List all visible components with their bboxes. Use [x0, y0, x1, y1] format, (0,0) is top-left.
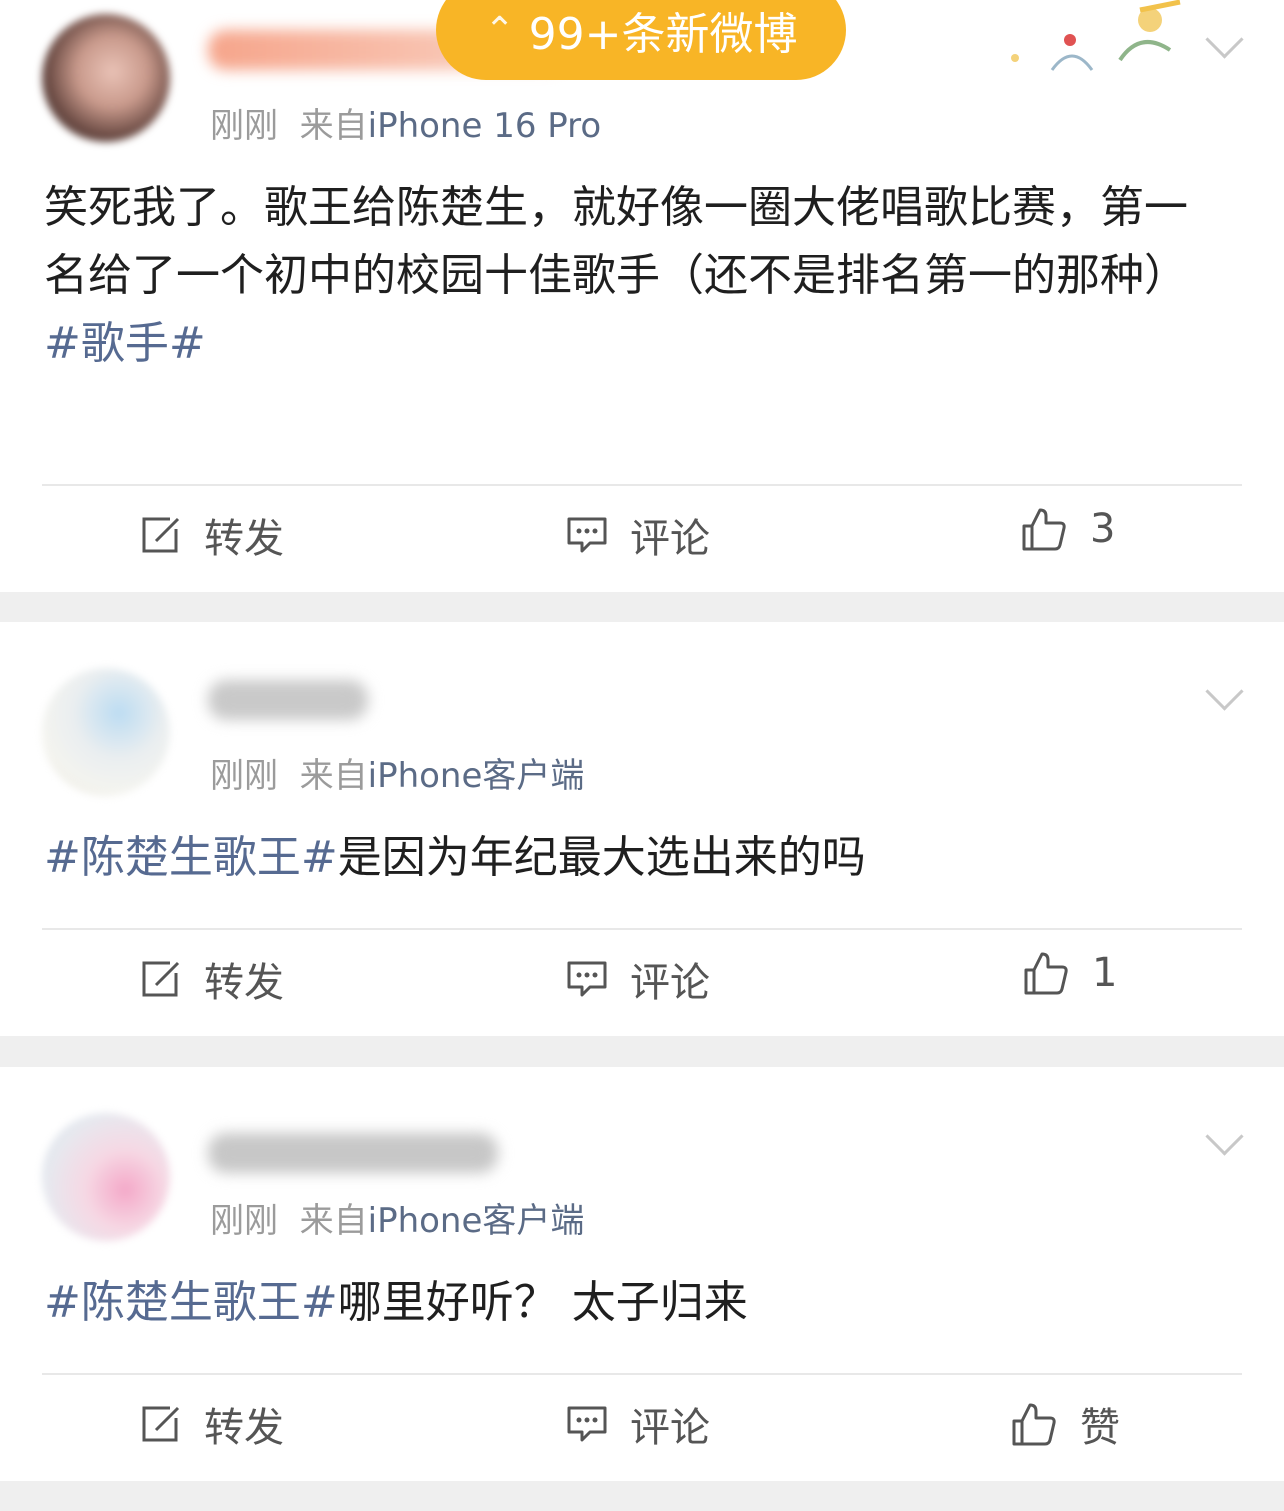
- like-button[interactable]: 3: [1020, 506, 1115, 552]
- repost-button[interactable]: 转发: [140, 1395, 284, 1453]
- like-count: 3: [1090, 506, 1116, 552]
- comment-icon: [567, 961, 607, 997]
- post-meta: 刚刚 来自iPhone客户端: [210, 756, 585, 796]
- weibo-post: 刚刚 来自iPhone客户端 #陈楚生歌王#是因为年纪最大选出来的吗 转发 评论…: [0, 622, 1284, 1036]
- like-button[interactable]: 赞: [1010, 1395, 1120, 1453]
- repost-label: 转发: [204, 1405, 284, 1451]
- divider: [42, 928, 1242, 930]
- like-button[interactable]: 1: [1022, 950, 1117, 996]
- repost-icon: [142, 517, 180, 553]
- chevron-down-icon[interactable]: [1205, 1117, 1244, 1156]
- new-posts-label: 99+条新微博: [528, 9, 798, 60]
- chevron-down-icon[interactable]: [1205, 672, 1244, 711]
- comment-label: 评论: [630, 960, 710, 1006]
- avatar[interactable]: [42, 1113, 170, 1241]
- divider: [42, 484, 1242, 486]
- new-posts-banner[interactable]: ⌃ 99+条新微博: [436, 0, 846, 80]
- topic-link[interactable]: #陈楚生歌王#: [44, 1277, 338, 1328]
- card-decoration-sticker: [1011, 0, 1181, 71]
- topic-link[interactable]: #歌手#: [44, 318, 206, 369]
- repost-button[interactable]: 转发: [140, 506, 284, 564]
- comment-button[interactable]: 评论: [566, 1395, 710, 1453]
- chevron-down-icon[interactable]: [1205, 20, 1244, 59]
- comment-label: 评论: [630, 1405, 710, 1451]
- post-text: 笑死我了。歌王给陈楚生，就好像一圈大佬唱歌比赛，第一名给了一个初中的校园十佳歌手…: [44, 182, 1188, 301]
- like-label: 赞: [1080, 1405, 1120, 1451]
- repost-label: 转发: [204, 516, 284, 562]
- post-content: #陈楚生歌王#哪里好听？ 太子归来: [44, 1269, 1224, 1337]
- username-redacted[interactable]: [208, 680, 368, 720]
- topic-link[interactable]: #陈楚生歌王#: [44, 832, 338, 883]
- comment-label: 评论: [630, 516, 710, 562]
- thumbs-up-icon: [1012, 1403, 1056, 1446]
- repost-button[interactable]: 转发: [140, 950, 284, 1008]
- post-source: iPhone 16 Pro: [367, 106, 602, 146]
- comment-button[interactable]: 评论: [566, 950, 710, 1008]
- thumbs-up-icon: [1022, 508, 1066, 551]
- divider: [42, 1373, 1242, 1375]
- post-content: 笑死我了。歌王给陈楚生，就好像一圈大佬唱歌比赛，第一名给了一个初中的校园十佳歌手…: [44, 174, 1224, 378]
- repost-label: 转发: [204, 960, 284, 1006]
- repost-icon: [142, 1406, 180, 1442]
- like-count: 1: [1092, 950, 1118, 996]
- comment-button[interactable]: 评论: [566, 506, 710, 564]
- post-content: #陈楚生歌王#是因为年纪最大选出来的吗: [44, 824, 1224, 892]
- post-source: iPhone客户端: [367, 1201, 585, 1241]
- weibo-post: 刚刚 来自iPhone 16 Pro 笑死我了。歌王给陈楚生，就好像一圈大佬唱歌…: [0, 0, 1284, 592]
- thumbs-up-icon: [1024, 952, 1068, 995]
- avatar[interactable]: [42, 668, 170, 796]
- arrow-up-icon: ⌃: [484, 9, 515, 51]
- repost-icon: [142, 961, 180, 997]
- post-text: 哪里好听？ 太子归来: [337, 1277, 748, 1328]
- post-text: 是因为年纪最大选出来的吗: [337, 832, 866, 883]
- post-meta: 刚刚 来自iPhone客户端: [210, 1201, 585, 1241]
- username-redacted[interactable]: [208, 1133, 498, 1173]
- post-meta: 刚刚 来自iPhone 16 Pro: [210, 106, 602, 146]
- avatar[interactable]: [42, 14, 170, 142]
- comment-icon: [567, 1406, 607, 1442]
- weibo-post: 刚刚 来自iPhone客户端 #陈楚生歌王#哪里好听？ 太子归来 转发 评论 赞: [0, 1067, 1284, 1481]
- post-source: iPhone客户端: [367, 756, 585, 796]
- comment-icon: [567, 517, 607, 553]
